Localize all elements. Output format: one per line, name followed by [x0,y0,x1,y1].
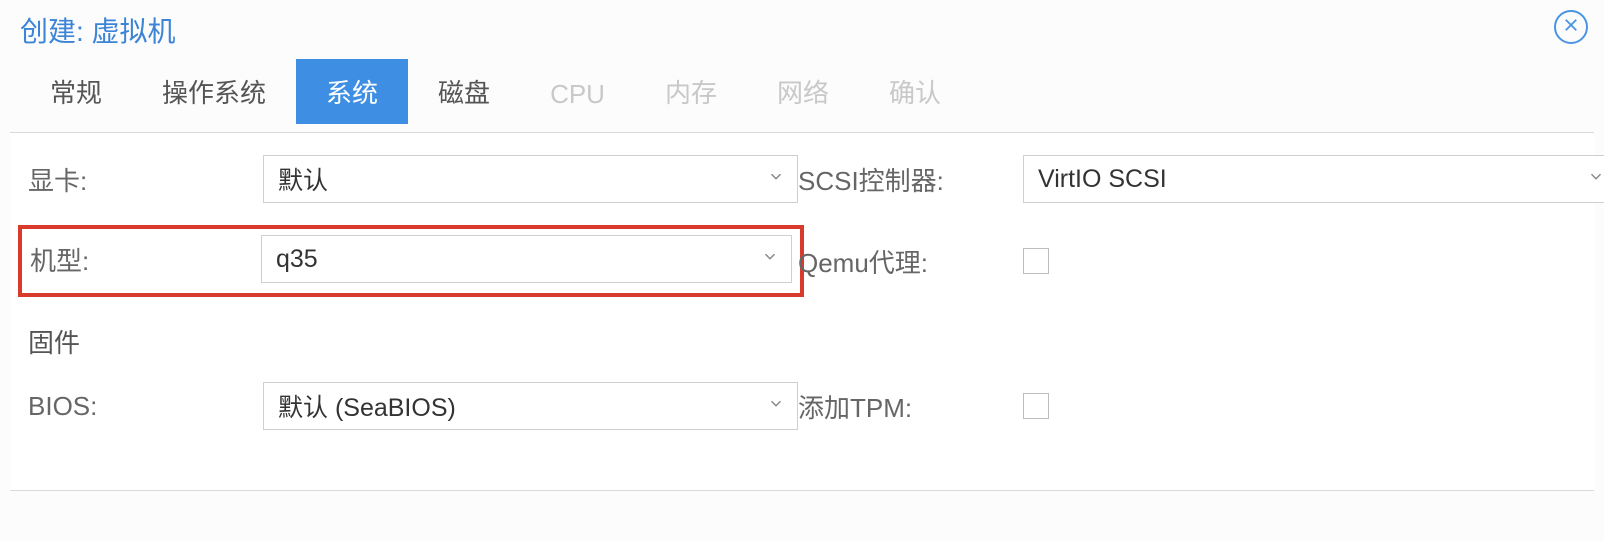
machine-value: q35 [276,245,318,274]
tab-memory: 内存 [635,59,747,124]
qemu-agent-label: Qemu代理: [798,243,1023,280]
tab-confirm: 确认 [859,59,971,124]
field-bios: BIOS: 默认 (SeaBIOS) [28,382,798,430]
title-bar: 创建: 虚拟机 [0,0,1604,60]
dialog-title: 创建: 虚拟机 [20,10,176,50]
field-machine: 机型: q35 [30,235,792,283]
bios-select[interactable]: 默认 (SeaBIOS) [263,382,798,430]
machine-label: 机型: [30,241,261,278]
firmware-section-header: 固件 [28,319,1604,360]
scsi-controller-select[interactable]: VirtIO SCSI [1023,155,1604,203]
tab-system[interactable]: 系统 [296,59,408,124]
add-tpm-label: 添加TPM: [798,388,1023,425]
qemu-agent-checkbox[interactable] [1023,248,1049,274]
field-scsi-controller: SCSI控制器: VirtIO SCSI [798,155,1604,203]
scsi-controller-value: VirtIO SCSI [1038,165,1167,194]
graphics-select[interactable]: 默认 [263,155,798,203]
tab-cpu: CPU [520,65,635,124]
close-icon [1562,16,1580,39]
scsi-controller-label: SCSI控制器: [798,161,1023,198]
graphics-label: 显卡: [28,161,263,198]
tab-general[interactable]: 常规 [20,59,132,124]
wizard-tabs: 常规 操作系统 系统 磁盘 CPU 内存 网络 确认 [0,60,1604,124]
system-panel: 显卡: 默认 SCSI控制器: VirtIO SCSI [10,132,1594,491]
tab-disk[interactable]: 磁盘 [408,59,520,124]
close-button[interactable] [1554,10,1588,44]
machine-select[interactable]: q35 [261,235,792,283]
bios-label: BIOS: [28,391,263,422]
chevron-down-icon [767,395,785,418]
add-tpm-checkbox[interactable] [1023,393,1049,419]
tab-os[interactable]: 操作系统 [132,59,296,124]
field-graphics: 显卡: 默认 [28,155,798,203]
create-vm-dialog: 创建: 虚拟机 常规 操作系统 系统 磁盘 CPU 内存 网络 确认 显卡: 默… [0,0,1604,542]
chevron-down-icon [767,168,785,191]
machine-highlight: 机型: q35 [18,225,804,297]
graphics-value: 默认 [278,161,328,197]
tab-network: 网络 [747,59,859,124]
field-qemu-agent: Qemu代理: [798,243,1604,280]
chevron-down-icon [1587,168,1604,191]
chevron-down-icon [761,248,779,271]
field-add-tpm: 添加TPM: [798,388,1604,425]
bios-value: 默认 (SeaBIOS) [278,388,456,424]
